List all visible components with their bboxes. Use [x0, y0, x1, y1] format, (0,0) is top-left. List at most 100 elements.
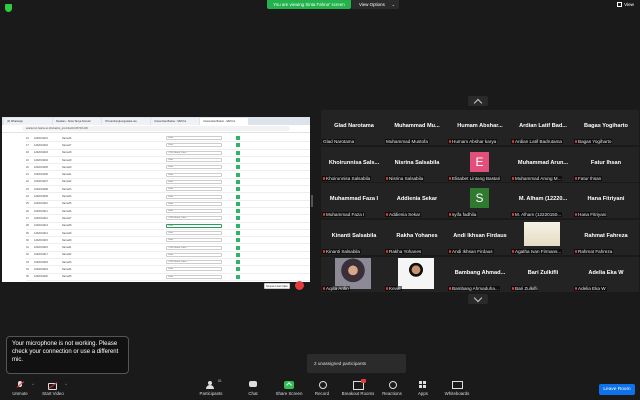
status-select: Lulus [166, 231, 222, 235]
gallery-page-up-button[interactable] [468, 96, 488, 106]
mic-muted-icon [575, 139, 577, 144]
security-shield-icon[interactable] [5, 4, 12, 12]
participant-tile[interactable]: Khoirunnisa Sals... Khoirunnisa Salsabila [321, 147, 387, 182]
participant-tile[interactable]: Aqilla Arifin [321, 257, 387, 292]
participant-tile[interactable]: Glad Narotama Glad Narotama [321, 110, 387, 145]
mic-muted-icon [575, 286, 577, 291]
status-select: - Pilih Status Lulus - [166, 216, 222, 221]
mic-muted-icon [575, 212, 577, 217]
status-select: Lulus [166, 223, 222, 228]
participant-label: Bari Zulkifli [511, 286, 539, 291]
shared-table-row: 18 1202001003 Nama18 - Pilih Status Lulus - [26, 150, 310, 157]
participant-name: M. Alham (12220... [518, 196, 568, 202]
whiteboards-label: Whiteboards [444, 391, 470, 396]
shared-table-row: 35 1202001020 Nama35 Lulus [26, 274, 310, 281]
chat-icon [248, 381, 258, 389]
breakout-rooms-label: Breakout Rooms [341, 391, 375, 396]
participant-tile[interactable]: Bambang Ahmad... Bambang Ahmaduha... [447, 257, 513, 292]
view-options-button[interactable]: View Options ⌄ [351, 0, 399, 9]
participant-label-text: Muhammad Arung M... [515, 176, 562, 181]
row-nim: 1202001018 [34, 260, 48, 264]
row-nim: 1202001003 [34, 151, 48, 155]
participant-tile[interactable]: Agatha Ivan Firmans... [510, 220, 576, 255]
participant-label: Humam Abshar karya [448, 139, 498, 144]
split-divider-handle[interactable] [311, 195, 313, 207]
participant-label-text: Kinanti Salsabila [326, 249, 360, 254]
participant-label-text: Fatur Ihsan [578, 176, 602, 181]
participant-tile[interactable]: Adelia Eka W Adelia Eka W [573, 257, 639, 292]
participant-tile[interactable]: Bari Zulkifli Bari Zulkifli [510, 257, 576, 292]
participant-label-text: Addienia Sekar [389, 212, 421, 217]
leave-room-button[interactable]: Leave Room [599, 384, 635, 395]
participant-tile[interactable]: Fatur Ihsan Fatur Ihsan [573, 147, 639, 182]
view-button[interactable]: View [617, 2, 634, 7]
row-name: Nama18 [62, 151, 72, 155]
share-banner: You are viewing Sinta Fahrur' screen [267, 0, 351, 9]
reactions-icon [387, 381, 397, 389]
participant-tile[interactable]: M. Alham (12220... M. Alham (12220150... [510, 183, 576, 218]
row-nim: 1202001020 [34, 275, 48, 279]
shared-table-row: 23 1202001008 Nama23 Lulus [26, 186, 310, 194]
row-nim: 1202001007 [34, 180, 48, 184]
whiteboards-button[interactable]: Whiteboards [437, 379, 477, 396]
row-no: 17 [26, 143, 29, 147]
participant-label: Addienia Sekar [385, 212, 422, 217]
row-nim: 1202001013 [34, 224, 48, 228]
row-name: Nama27 [62, 216, 72, 220]
participant-tile[interactable]: Bagas Yogiharto Bagas Yogiharto [573, 110, 639, 145]
avatar: S [470, 188, 489, 208]
start-video-button[interactable]: Start Video ^ [33, 379, 73, 396]
mic-muted-icon [323, 212, 325, 217]
mic-muted-icon [15, 381, 25, 389]
unassigned-participants-notice[interactable]: 2 unassigned participants [307, 354, 406, 373]
participant-tile[interactable]: Ssyifa fadhila [447, 183, 513, 218]
row-no: 24 [26, 195, 29, 199]
row-no: 29 [26, 231, 29, 235]
participant-name: Hana Fitriyani [587, 196, 625, 202]
record-label: Record [314, 391, 330, 396]
status-select: Lulus [166, 158, 222, 163]
row-no: 35 [26, 275, 29, 279]
gallery-page-down-button[interactable] [468, 294, 488, 304]
participant-tile[interactable]: Rakha Yohanes Rakha Yohanes [384, 220, 450, 255]
chevron-up-icon[interactable]: ^ [65, 382, 67, 387]
chat-button[interactable]: Chat [233, 379, 273, 396]
apps-label: Apps [417, 391, 428, 396]
participant-tile[interactable]: Kevin [384, 257, 450, 292]
participant-tile[interactable]: Addienia Sekar Addienia Sekar [384, 183, 450, 218]
participant-tile[interactable]: Muhammad Arun... Muhammad Arung M... [510, 147, 576, 182]
participant-name: Bagas Yogiharto [584, 123, 628, 129]
participant-label-text: Bagas Yogiharto [578, 139, 612, 144]
status-select: - Pilih Status Lulus - [166, 260, 222, 265]
shared-screen[interactable]: (3) WhatsApp Dosdian - Sinta Tanya Scovel… [2, 117, 310, 290]
row-no: 33 [26, 260, 29, 264]
unmute-label: Unmute [12, 391, 28, 396]
shared-table-row: 26 1202001011 Nama26 Lulus [26, 208, 310, 216]
row-no: 31 [26, 246, 29, 250]
row-name: Nama31 [62, 246, 72, 250]
participant-tile[interactable]: Muhammad Mu... Muhammad Mustofa [384, 110, 450, 145]
participants-button[interactable]: 81 Participants [191, 379, 231, 396]
status-select: - Pilih Status Lulus - [166, 245, 222, 250]
participant-tile[interactable]: Muhammad Faza I Muhammad Faza I [321, 183, 387, 218]
shared-table-row: 27 1202001012 Nama27 - Pilih Status Lulus - [26, 215, 310, 223]
participant-tile[interactable]: Hana Fitriyani Hana Fitriyani [573, 183, 639, 218]
row-no: 32 [26, 253, 29, 257]
row-name: Nama30 [62, 238, 72, 242]
row-no: 25 [26, 202, 29, 206]
checkbox [236, 143, 240, 148]
profile-photo [524, 222, 560, 246]
participant-tile[interactable]: E Elisabet Lintang Bastari [447, 147, 513, 182]
checkbox [236, 245, 240, 250]
participant-label: syifa fadhila [448, 212, 478, 217]
participant-tile[interactable]: Humam Abshar... Humam Abshar karya [447, 110, 513, 145]
participant-label-text: M. Alham (12220150... [515, 212, 562, 217]
participant-tile[interactable]: Ardian Latif Bad... Ardian Latif Badrutam… [510, 110, 576, 145]
mic-muted-icon [386, 249, 388, 254]
participant-tile[interactable]: Andi Ikhsan Firdaus Andi Ikhsan Firdaus [447, 220, 513, 255]
record-button[interactable]: Record [302, 379, 342, 396]
row-name: Nama24 [62, 195, 72, 199]
participant-tile[interactable]: Rahmat Fahreza Rahmat Fahreza [573, 220, 639, 255]
participant-tile[interactable]: Kinanti Salsabila Kinanti Salsabila [321, 220, 387, 255]
participant-tile[interactable]: Nisrina Salsabila Nisrina Salsabila [384, 147, 450, 182]
